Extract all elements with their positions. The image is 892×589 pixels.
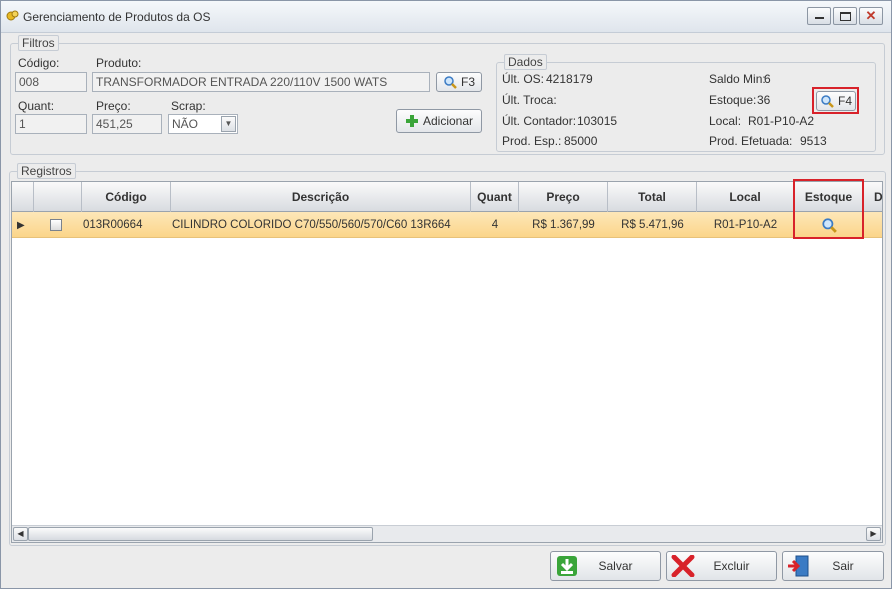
header-local[interactable]: Local [697,182,794,212]
scrap-label: Scrap: [171,99,206,113]
local-value: R01-P10-A2 [748,114,815,128]
close-button[interactable]: ✕ [859,7,883,25]
ult-troca-label: Últ. Troca: [502,93,557,107]
cell-total: R$ 5.471,96 [621,219,684,231]
dados-title: Dados [504,54,547,70]
saldo-min-label: Saldo Min: [709,72,766,86]
maximize-icon [840,12,851,21]
row-checkbox[interactable] [50,212,64,238]
prod-efetuada-label: Prod. Efetuada: [709,134,793,148]
adicionar-button[interactable]: Adicionar [396,109,482,133]
window-title: Gerenciamento de Produtos da OS [23,10,211,24]
scrap-value: NÃO [172,117,199,131]
prod-efetuada-value: 9513 [800,134,827,148]
salvar-button[interactable]: Salvar [550,551,661,581]
codigo-field[interactable]: 008 [15,72,87,92]
registros-title: Registros [17,163,76,179]
header-check [34,182,82,212]
scroll-left-arrow[interactable]: ◀ [13,527,28,541]
saldo-min-value: 6 [764,72,771,86]
scroll-right-arrow[interactable]: ▶ [866,527,881,541]
registros-grid[interactable]: Código Descrição Quant Preço Total Local… [11,181,883,543]
table-row[interactable]: ▶ 013R00664 CILINDRO COLORIDO C70/550/56… [12,212,882,238]
filtros-title: Filtros [18,35,59,51]
header-indicator [12,182,34,212]
sair-label: Sair [832,559,854,573]
produto-field[interactable]: TRANSFORMADOR ENTRADA 220/110V 1500 WATS [92,72,430,92]
cell-preco: R$ 1.367,99 [532,219,595,231]
sair-button[interactable]: Sair [782,551,884,581]
header-preco[interactable]: Preço [519,182,608,212]
cell-local: R01-P10-A2 [713,219,778,231]
header-total[interactable]: Total [608,182,697,212]
minimize-icon [815,17,824,19]
f3-search-button[interactable]: F3 [436,72,482,92]
ult-os-value: 4218179 [546,72,593,86]
minimize-button[interactable] [807,7,831,25]
scroll-thumb[interactable] [28,527,373,541]
header-d[interactable]: D [864,182,891,212]
cell-quant: 4 [491,219,499,231]
codigo-label: Código: [18,56,60,70]
estoque-label: Estoque: [709,93,757,107]
quant-label: Quant: [18,99,55,113]
prod-esp-value: 85000 [564,134,598,148]
cell-descricao: CILINDRO COLORIDO C70/550/560/570/C60 13… [172,219,451,231]
title-bar: Gerenciamento de Produtos da OS ✕ [1,1,891,33]
chevron-down-icon[interactable]: ▼ [221,116,236,132]
excluir-label: Excluir [713,559,750,573]
preco-label: Preço: [96,99,131,113]
close-icon: ✕ [865,8,877,23]
ult-contador-label: Últ. Contador: [502,114,577,128]
main-window: Gerenciamento de Produtos da OS ✕ Filtro… [0,0,892,589]
salvar-label: Salvar [598,559,633,573]
prod-esp-label: Prod. Esp.: [502,134,562,148]
cell-codigo: 013R00664 [83,219,143,231]
ult-contador-value: 103015 [577,114,618,128]
search-icon [444,76,457,89]
excluir-button[interactable]: Excluir [666,551,777,581]
search-icon [821,95,834,108]
scrap-select[interactable]: NÃO ▼ [168,114,238,134]
adicionar-label: Adicionar [422,114,474,128]
quant-field[interactable]: 1 [15,114,87,134]
header-quant[interactable]: Quant [471,182,519,212]
f4-label: F4 [837,94,852,108]
estoque-value: 36 [757,93,771,107]
maximize-button[interactable] [833,7,857,25]
horizontal-scrollbar[interactable]: ◀ ▶ [12,525,882,542]
f4-estoque-button[interactable]: F4 [816,91,856,111]
preco-field[interactable]: 451,25 [92,114,162,134]
ult-os-label: Últ. OS: [502,72,545,86]
plus-icon [405,115,418,127]
header-descricao[interactable]: Descrição [171,182,471,212]
f3-label: F3 [460,75,475,89]
grid-header: Código Descrição Quant Preço Total Local… [12,182,883,212]
row-indicator: ▶ [17,219,25,231]
app-icon [6,10,19,21]
estoque-column-highlight [793,179,864,239]
local-label: Local: [709,114,742,128]
header-codigo[interactable]: Código [82,182,171,212]
produto-label: Produto: [96,56,142,70]
